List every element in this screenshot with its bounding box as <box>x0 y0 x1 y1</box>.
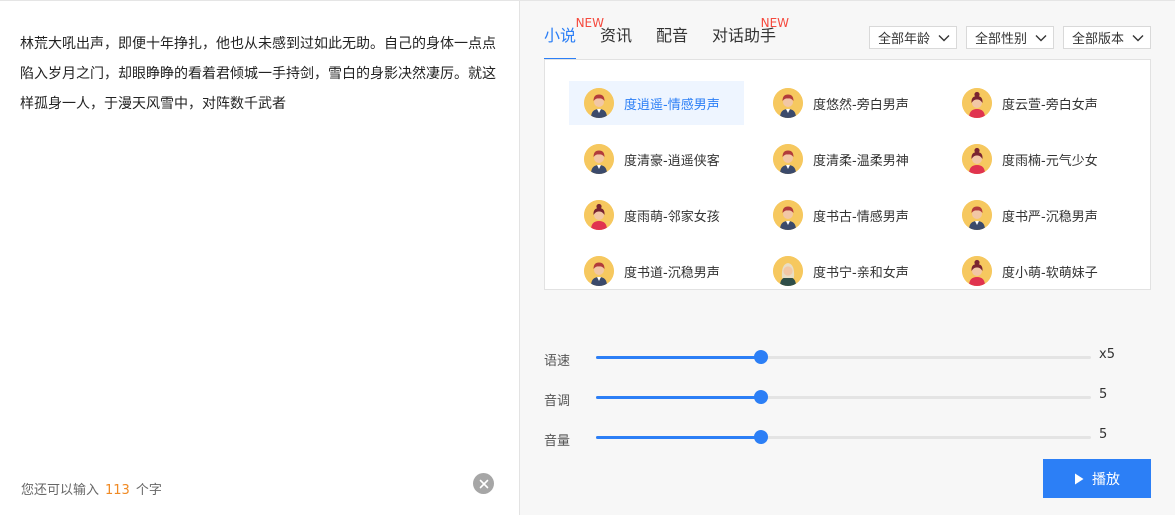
slider-row: 语速 x5 <box>544 341 1151 381</box>
slider-handle[interactable] <box>753 350 768 364</box>
tab-dialog-assistant[interactable]: 对话助手 NEW <box>712 16 789 56</box>
slider-track[interactable] <box>596 390 1091 404</box>
text-input-panel: 林荒大吼出声，即便十年挣扎，他也从未感到过如此无助。自己的身体一点点陷入岁月之门… <box>0 1 520 515</box>
voice-item[interactable]: 度逍遥-情感男声 <box>569 81 744 125</box>
text-input[interactable]: 林荒大吼出声，即便十年挣扎，他也从未感到过如此无助。自己的身体一点点陷入岁月之门… <box>20 29 500 119</box>
version-filter-select[interactable]: 全部版本 <box>1062 26 1151 49</box>
counter-suffix: 个字 <box>135 483 162 498</box>
slider-fill <box>596 396 761 399</box>
slider-value: x5 <box>1099 347 1115 362</box>
voice-name: 度清豪-逍遥侠客 <box>624 153 720 169</box>
tab-news[interactable]: 资讯 <box>600 26 632 56</box>
chevron-down-icon <box>1132 34 1144 41</box>
tab-novel[interactable]: 小说 NEW <box>544 16 604 60</box>
voice-item[interactable]: 度悠然-旁白男声 <box>758 81 947 125</box>
slider-track[interactable] <box>596 350 1091 364</box>
voice-grid: 度逍遥-情感男声 度悠然-旁白男声 度云萱-旁白女声度清豪-逍遥侠客 度清柔-温柔男神… <box>569 81 1139 289</box>
audio-sliders: 语速 x5 音调 5 音量 5 <box>544 341 1151 461</box>
slider-value: 5 <box>1099 427 1108 442</box>
voice-name: 度悠然-旁白男声 <box>813 97 909 113</box>
slider-label: 语速 <box>544 354 571 369</box>
voice-name: 度清柔-温柔男神 <box>813 153 909 169</box>
avatar-icon <box>962 256 992 286</box>
voice-name: 度雨萌-邻家女孩 <box>624 209 720 225</box>
tab-label: 小说 <box>544 26 577 45</box>
voice-name: 度书宁-亲和女声 <box>813 265 909 281</box>
avatar-icon <box>773 88 803 118</box>
slider-handle[interactable] <box>753 430 768 444</box>
counter-value: 113 <box>105 483 130 498</box>
play-icon <box>1075 473 1084 484</box>
voice-name: 度书道-沉稳男声 <box>624 265 720 281</box>
avatar-icon <box>962 88 992 118</box>
char-counter: 您还可以输入 113 个字 <box>21 479 162 498</box>
chevron-down-icon <box>938 34 950 41</box>
voice-item[interactable]: 度云萱-旁白女声 <box>947 81 1136 125</box>
slider-fill <box>596 356 761 359</box>
slider-handle[interactable] <box>753 390 768 404</box>
close-icon <box>479 479 488 488</box>
voice-item[interactable]: 度书严-沉稳男声 <box>947 193 1136 237</box>
avatar-icon <box>962 144 992 174</box>
slider-value: 5 <box>1099 387 1108 402</box>
voice-list: 度逍遥-情感男声 度悠然-旁白男声 度云萱-旁白女声度清豪-逍遥侠客 度清柔-温柔男神… <box>544 59 1151 290</box>
avatar-icon <box>584 256 614 286</box>
avatar-icon <box>584 88 614 118</box>
slider-row: 音量 5 <box>544 421 1151 461</box>
slider-label: 音调 <box>544 394 571 409</box>
voice-name: 度云萱-旁白女声 <box>1002 97 1098 113</box>
voice-name: 度小萌-软萌妹子 <box>1002 265 1098 281</box>
new-badge: NEW <box>760 16 790 30</box>
avatar-icon <box>584 200 614 230</box>
voice-item[interactable]: 度清柔-温柔男神 <box>758 137 947 181</box>
chevron-down-icon <box>1035 34 1047 41</box>
play-button[interactable]: 播放 <box>1043 459 1151 498</box>
voice-item[interactable]: 度清豪-逍遥侠客 <box>569 137 758 181</box>
counter-prefix: 您还可以输入 <box>21 483 100 498</box>
voice-item[interactable]: 度雨萌-邻家女孩 <box>569 193 758 237</box>
slider-fill <box>596 436 761 439</box>
tab-label: 资讯 <box>600 26 633 45</box>
avatar-icon <box>773 200 803 230</box>
avatar-icon <box>962 200 992 230</box>
voice-item[interactable]: 度书道-沉稳男声 <box>569 249 758 289</box>
tab-label: 配音 <box>656 26 689 45</box>
voice-item[interactable]: 度小萌-软萌妹子 <box>947 249 1136 289</box>
slider-label: 音量 <box>544 434 571 449</box>
voice-name: 度雨楠-元气少女 <box>1002 153 1098 169</box>
filter-label: 全部版本 <box>1071 32 1124 47</box>
voice-item[interactable]: 度书宁-亲和女声 <box>758 249 947 289</box>
category-tabs: 小说 NEW 资讯 配音 对话助手 NEW <box>544 16 800 60</box>
voice-item[interactable]: 度书古-情感男声 <box>758 193 947 237</box>
voice-settings-panel: 小说 NEW 资讯 配音 对话助手 NEW 全部年龄 全部性别 全部版本 度逍遥… <box>520 1 1175 515</box>
avatar-icon <box>773 144 803 174</box>
clear-text-button[interactable] <box>473 473 494 494</box>
voice-name: 度书古-情感男声 <box>813 209 909 225</box>
avatar-icon <box>584 144 614 174</box>
voice-name: 度逍遥-情感男声 <box>624 97 720 113</box>
voice-item[interactable]: 度雨楠-元气少女 <box>947 137 1136 181</box>
filter-label: 全部年龄 <box>877 32 930 47</box>
filter-bar: 全部年龄 全部性别 全部版本 <box>868 26 1151 49</box>
avatar-icon <box>773 256 803 286</box>
tts-app: 林荒大吼出声，即便十年挣扎，他也从未感到过如此无助。自己的身体一点点陷入岁月之门… <box>0 0 1175 515</box>
voice-name: 度书严-沉稳男声 <box>1002 209 1098 225</box>
tab-dubbing[interactable]: 配音 <box>656 26 688 56</box>
slider-track[interactable] <box>596 430 1091 444</box>
age-filter-select[interactable]: 全部年龄 <box>868 26 957 49</box>
filter-label: 全部性别 <box>974 32 1027 47</box>
slider-row: 音调 5 <box>544 381 1151 421</box>
gender-filter-select[interactable]: 全部性别 <box>965 26 1054 49</box>
play-button-label: 播放 <box>1092 471 1120 488</box>
